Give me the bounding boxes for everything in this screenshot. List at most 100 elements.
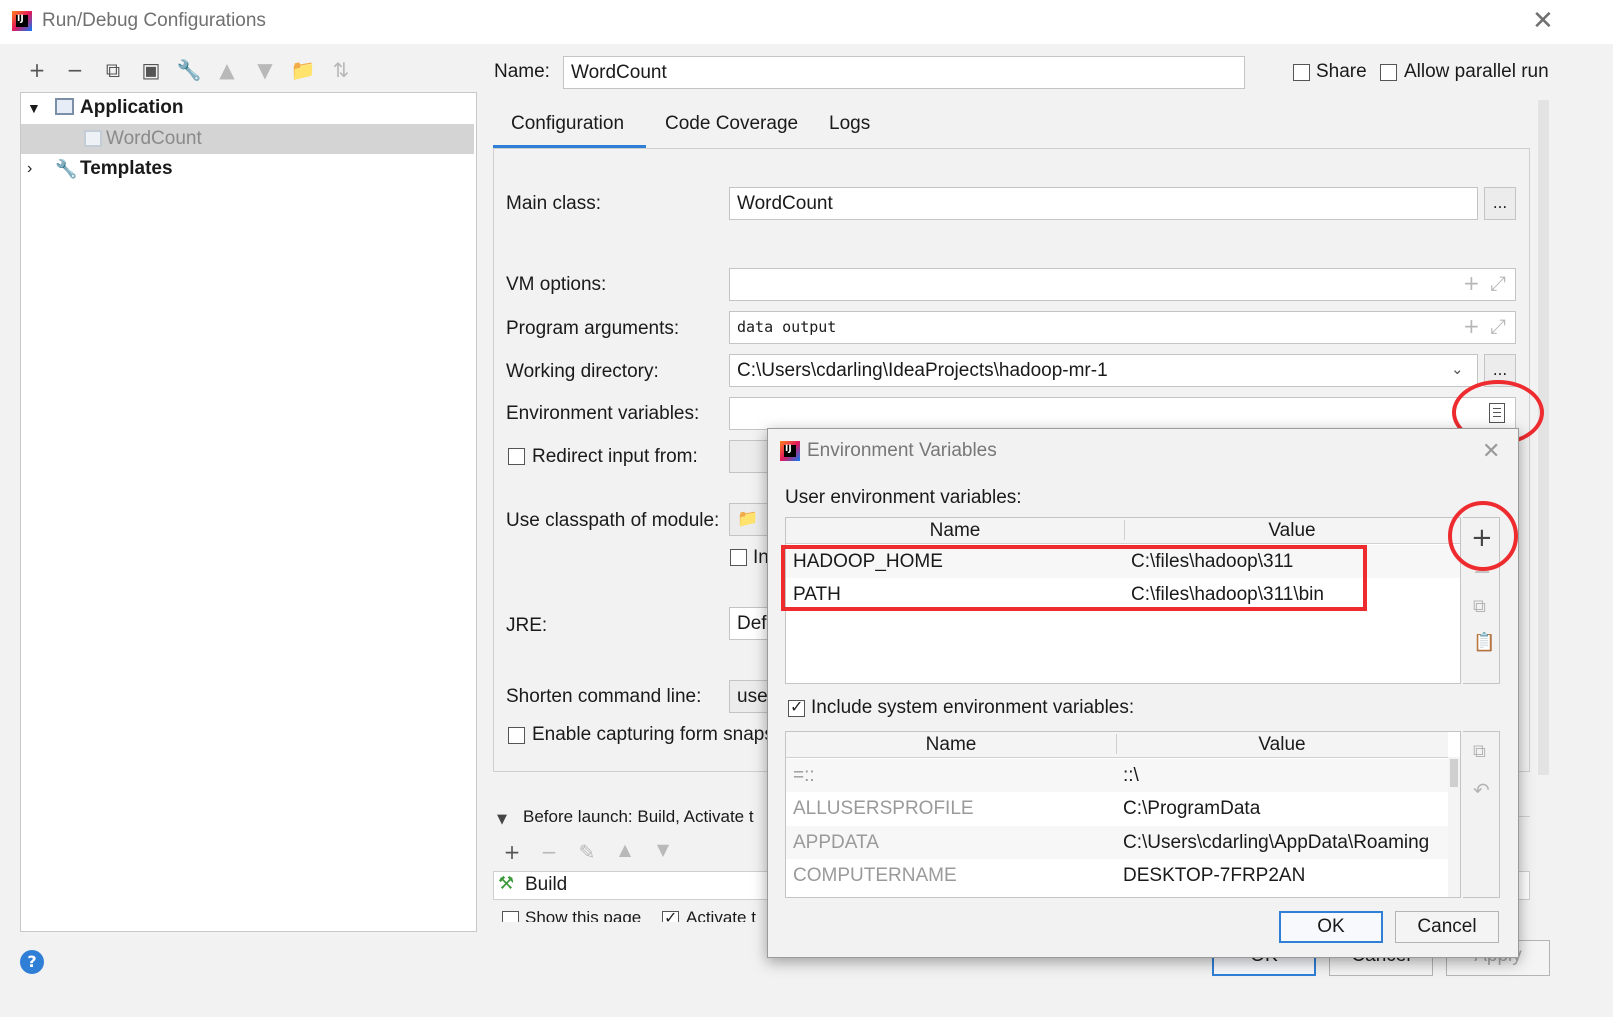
- dialog-cancel-button[interactable]: Cancel: [1395, 911, 1499, 943]
- save-icon[interactable]: ▣: [138, 58, 164, 82]
- column-value-header[interactable]: Value: [1116, 732, 1448, 758]
- env-value-cell: DESKTOP-7FRP2AN: [1123, 865, 1306, 886]
- remove-task-icon[interactable]: −: [536, 840, 562, 864]
- before-launch-label: Before launch: Build, Activate t: [523, 807, 754, 826]
- expand-icon[interactable]: ⤢: [1490, 271, 1506, 295]
- help-icon[interactable]: ?: [20, 950, 44, 974]
- main-class-label: Main class:: [506, 193, 602, 214]
- copy-env-icon[interactable]: ⧉: [1473, 741, 1486, 762]
- program-args-label: Program arguments:: [506, 318, 680, 339]
- tab-configuration[interactable]: Configuration: [511, 113, 624, 135]
- share-checkbox[interactable]: [1293, 64, 1310, 81]
- redirect-input-label: Redirect input from:: [532, 446, 698, 467]
- move-down-icon[interactable]: ▼: [650, 840, 676, 859]
- chevron-down-icon[interactable]: ▼: [27, 93, 41, 123]
- run-config-icon: [84, 130, 102, 147]
- classpath-select[interactable]: 📁: [729, 503, 769, 536]
- add-icon[interactable]: +: [1463, 271, 1480, 295]
- remove-icon[interactable]: −: [62, 58, 88, 82]
- add-icon[interactable]: +: [24, 58, 50, 82]
- env-value-cell: C:\ProgramData: [1123, 798, 1261, 819]
- sort-icon[interactable]: ⇅: [328, 58, 354, 82]
- jre-label: JRE:: [506, 615, 548, 636]
- tab-code-coverage[interactable]: Code Coverage: [665, 113, 798, 135]
- user-env-label: User environment variables:: [785, 487, 1022, 508]
- env-value-cell: C:\Users\cdarling\AppData\Roaming: [1123, 832, 1430, 853]
- chevron-down-icon[interactable]: ⌄: [1451, 360, 1464, 378]
- enable-capturing-label: Enable capturing form snaps: [532, 724, 774, 745]
- include-provided-checkbox[interactable]: [730, 549, 747, 566]
- main-class-input[interactable]: WordCount: [729, 187, 1478, 220]
- program-args-input[interactable]: data output: [729, 311, 1516, 344]
- copy-icon[interactable]: ⧉: [100, 58, 126, 82]
- include-system-checkbox[interactable]: [788, 697, 805, 717]
- column-name-header[interactable]: Name: [786, 732, 1116, 758]
- dialog-ok-button[interactable]: OK: [1279, 911, 1383, 943]
- env-name-cell: =::: [793, 765, 815, 786]
- expand-icon[interactable]: ⤢: [1490, 314, 1506, 338]
- paste-env-icon[interactable]: 📋: [1473, 632, 1495, 653]
- main-class-browse-button[interactable]: ...: [1484, 187, 1516, 220]
- application-icon: [55, 98, 74, 115]
- move-down-icon[interactable]: ▼: [252, 58, 278, 82]
- table-row[interactable]: APPDATA C:\Users\cdarling\AppData\Roamin…: [786, 826, 1448, 859]
- copy-env-icon[interactable]: ⧉: [1473, 596, 1486, 617]
- tree-item-application[interactable]: ▼ Application: [21, 93, 474, 123]
- add-icon[interactable]: +: [1463, 314, 1480, 338]
- env-vars-dialog: IJ Environment Variables ✕ User environm…: [767, 428, 1519, 958]
- before-launch-build-item[interactable]: Build: [525, 874, 567, 896]
- redirect-input-field[interactable]: [729, 440, 769, 473]
- env-name-cell: ALLUSERSPROFILE: [793, 798, 974, 819]
- tree-item-templates[interactable]: › 🔧 Templates: [21, 154, 474, 184]
- collapse-triangle-icon[interactable]: ▼: [497, 812, 507, 827]
- working-dir-input[interactable]: C:\Users\cdarling\IdeaProjects\hadoop-mr…: [729, 354, 1478, 387]
- env-vars-label: Environment variables:: [506, 403, 700, 424]
- shorten-select[interactable]: use: [729, 680, 769, 713]
- share-label: Share: [1316, 61, 1367, 82]
- undo-icon[interactable]: ↶: [1473, 778, 1490, 802]
- highlight-rectangle: [781, 545, 1367, 611]
- vm-options-label: VM options:: [506, 274, 607, 295]
- scrollbar[interactable]: [1538, 100, 1549, 775]
- table-row[interactable]: =:: ::\: [786, 759, 1448, 792]
- title-bar: IJ Run/Debug Configurations ✕: [0, 0, 1613, 44]
- add-task-icon[interactable]: +: [499, 840, 525, 864]
- table-row[interactable]: ALLUSERSPROFILE C:\ProgramData: [786, 792, 1448, 825]
- name-input[interactable]: WordCount: [563, 56, 1245, 89]
- working-dir-label: Working directory:: [506, 361, 659, 382]
- dialog-close-icon[interactable]: ✕: [1482, 441, 1500, 463]
- highlight-ring: [1448, 501, 1518, 571]
- tab-logs[interactable]: Logs: [829, 113, 870, 135]
- vm-options-input[interactable]: [729, 268, 1516, 301]
- scrollbar[interactable]: [1448, 757, 1460, 897]
- classpath-label: Use classpath of module:: [506, 510, 720, 531]
- close-window-icon[interactable]: ✕: [1532, 8, 1554, 34]
- move-up-icon[interactable]: ▲: [214, 58, 240, 82]
- table-row[interactable]: COMPUTERNAME DESKTOP-7FRP2AN: [786, 859, 1448, 892]
- allow-parallel-checkbox[interactable]: [1380, 64, 1397, 81]
- tree-item-wordcount[interactable]: WordCount: [21, 124, 474, 154]
- move-up-icon[interactable]: ▲: [612, 840, 638, 859]
- system-env-table: Name Value =:: ::\ ALLUSERSPROFILE C:\Pr…: [785, 731, 1461, 898]
- env-value-cell: ::\: [1123, 765, 1139, 786]
- column-value-header[interactable]: Value: [1124, 518, 1460, 544]
- env-vars-input[interactable]: [729, 397, 1516, 430]
- redirect-input-checkbox[interactable]: [508, 448, 525, 465]
- show-page-checkbox[interactable]: [502, 911, 519, 922]
- wrench-icon[interactable]: 🔧: [176, 58, 202, 82]
- folder-add-icon[interactable]: 📁: [290, 58, 316, 82]
- column-name-header[interactable]: Name: [786, 518, 1124, 544]
- jre-select[interactable]: Def: [729, 607, 769, 640]
- name-label: Name:: [494, 61, 550, 82]
- table-header: Name Value: [786, 732, 1448, 758]
- edit-task-icon[interactable]: ✎: [574, 840, 600, 864]
- enable-capturing-checkbox[interactable]: [508, 727, 525, 744]
- tree-label-application: Application: [80, 97, 184, 118]
- tree-label-wordcount: WordCount: [106, 128, 202, 149]
- before-launch-options: Show this page Activate t: [493, 905, 769, 922]
- window-title: Run/Debug Configurations: [42, 10, 266, 31]
- show-page-label: Show this page: [525, 908, 642, 922]
- table-header: Name Value: [786, 518, 1460, 544]
- activate-checkbox[interactable]: [662, 908, 679, 922]
- chevron-right-icon[interactable]: ›: [27, 154, 32, 184]
